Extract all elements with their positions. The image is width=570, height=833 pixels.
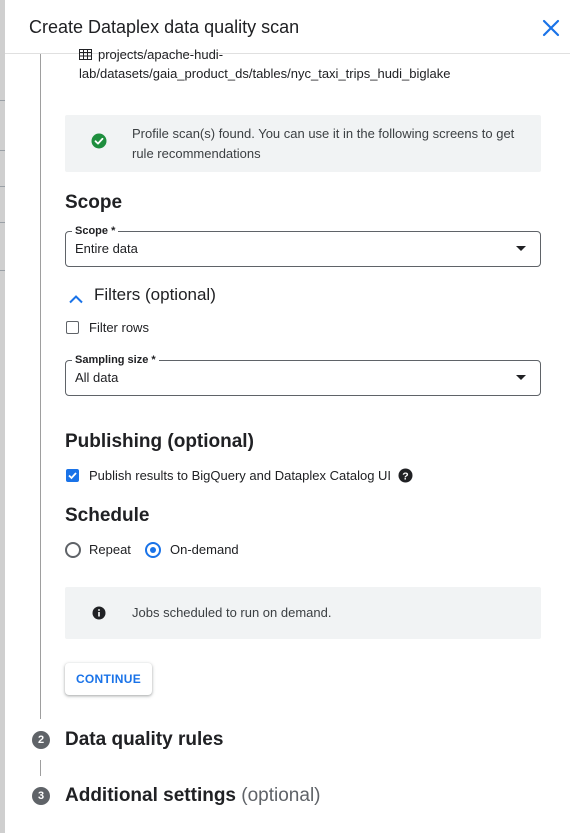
filter-rows-checkbox[interactable] xyxy=(66,321,79,334)
scope-select[interactable]: Scope * Entire data xyxy=(65,224,541,267)
table-icon xyxy=(79,46,92,60)
schedule-heading: Schedule xyxy=(65,505,150,526)
svg-text:?: ? xyxy=(402,470,408,482)
profile-notice-line1: Profile scan(s) found. You can use it in… xyxy=(132,126,515,141)
publish-results-checkbox[interactable] xyxy=(66,469,79,482)
publish-results-label: Publish results to BigQuery and Dataplex… xyxy=(89,468,392,483)
profile-notice-line2: rule recommendations xyxy=(132,146,261,161)
schedule-on-demand-label: On-demand xyxy=(170,542,239,557)
profile-notice: Profile scan(s) found. You can use it in… xyxy=(65,115,541,172)
checkmark-icon xyxy=(67,471,77,479)
step-connector xyxy=(40,760,41,776)
table-path-line1: projects/apache-hudi- xyxy=(98,47,224,62)
sampling-field-label: Sampling size * xyxy=(72,353,159,367)
table-path: projects/apache-hudi- lab/datasets/gaia_… xyxy=(79,45,450,83)
sampling-value: All data xyxy=(75,370,119,385)
chevron-up-icon xyxy=(68,291,84,309)
profile-notice-text: Profile scan(s) found. You can use it in… xyxy=(132,124,514,164)
dialog-title: Create Dataplex data quality scan xyxy=(29,17,300,37)
schedule-repeat-label: Repeat xyxy=(89,542,131,557)
sampling-size-select[interactable]: Sampling size * All data xyxy=(65,353,541,396)
scope-field-label: Scope * xyxy=(72,224,119,238)
step-3-title[interactable]: Additional settings (optional) xyxy=(65,785,321,807)
filters-title: Filters (optional) xyxy=(94,285,216,304)
schedule-info: Jobs scheduled to run on demand. xyxy=(65,587,541,639)
background-page-edge xyxy=(0,0,5,833)
schedule-repeat-radio[interactable] xyxy=(65,542,81,558)
continue-button[interactable]: CONTINUE xyxy=(65,663,152,695)
filters-toggle[interactable]: Filters (optional) xyxy=(68,285,238,307)
step-3-number: 3 xyxy=(32,787,50,805)
table-path-line2: lab/datasets/gaia_product_ds/tables/nyc_… xyxy=(79,66,451,81)
scope-heading: Scope xyxy=(65,192,123,213)
step-2-title-text: Data quality rules xyxy=(65,729,224,750)
schedule-on-demand-radio[interactable] xyxy=(145,542,161,558)
check-circle-icon xyxy=(91,133,107,149)
filter-rows-label: Filter rows xyxy=(89,320,149,335)
stepper-connector xyxy=(40,54,41,719)
help-icon[interactable]: ? xyxy=(398,468,413,483)
step-2-title[interactable]: Data quality rules xyxy=(65,729,223,751)
step-3-title-text: Additional settings xyxy=(65,785,236,806)
dropdown-arrow-icon xyxy=(516,375,526,380)
close-icon[interactable] xyxy=(540,17,562,39)
step-2-number: 2 xyxy=(32,731,50,749)
info-icon xyxy=(92,606,106,620)
schedule-info-text: Jobs scheduled to run on demand. xyxy=(132,605,332,620)
scope-value: Entire data xyxy=(75,241,138,256)
dropdown-arrow-icon xyxy=(516,246,526,251)
publishing-heading: Publishing (optional) xyxy=(65,431,254,452)
step-3-optional-label: (optional) xyxy=(241,785,321,806)
